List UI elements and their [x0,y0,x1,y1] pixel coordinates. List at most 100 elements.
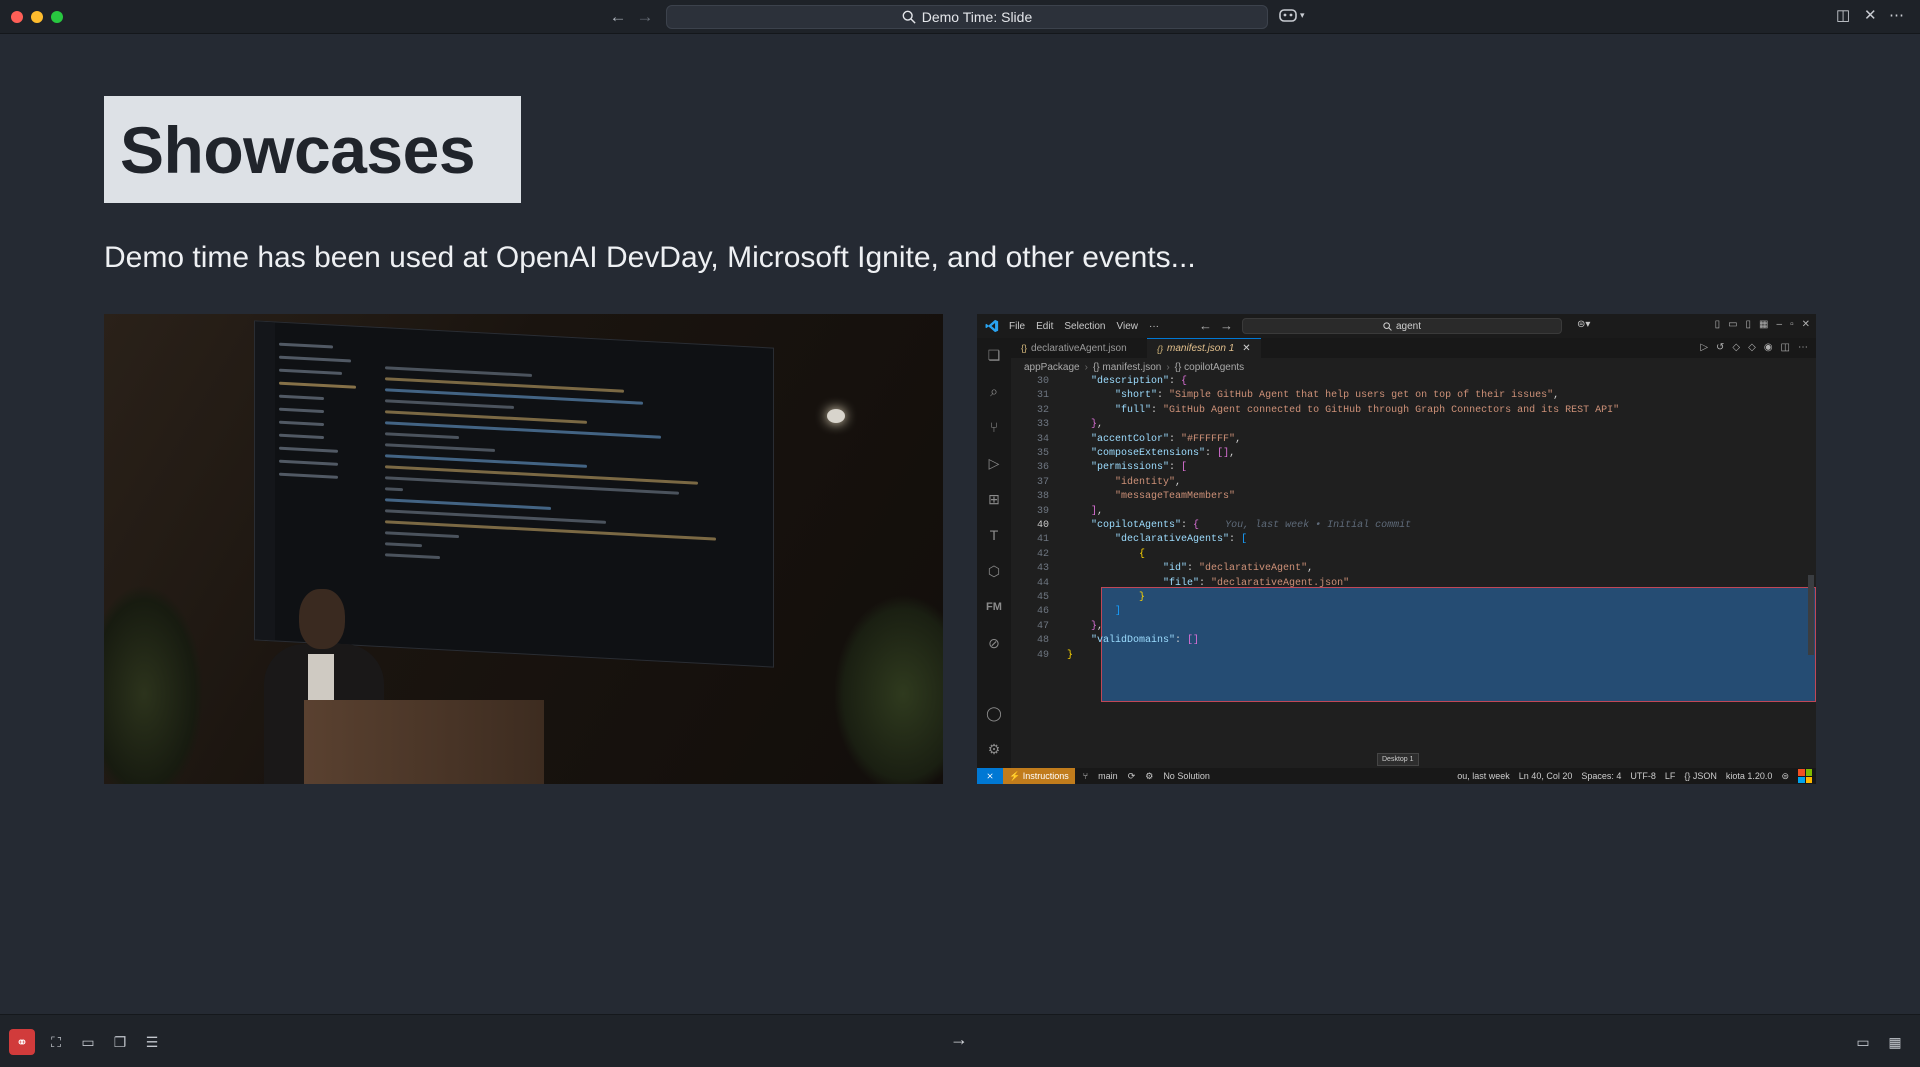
status-instructions[interactable]: ⚡ Instructions [1003,768,1075,784]
vscode-screenshot: File Edit Selection View ··· ← → agent ⊜… [977,314,1816,784]
menu-more[interactable]: ··· [1149,321,1159,332]
breadcrumb-item[interactable]: {} manifest.json [1093,362,1161,373]
back-arrow-icon[interactable]: ← [1199,318,1212,333]
front-matter-icon[interactable]: FM [985,598,1003,616]
restore-icon[interactable]: ▫ [1790,319,1794,330]
menu-view[interactable]: View [1117,321,1139,332]
json-file-icon: {} [1157,343,1164,354]
chevron-down-icon: ▾ [1300,9,1305,20]
bolt-icon: ⚡ [1009,771,1021,781]
copilot-icon [1279,9,1297,22]
stage-light [827,409,845,423]
slide-subtitle: Demo time has been used at OpenAI DevDay… [104,241,1196,274]
split-editor-icon[interactable]: ◫ [1781,342,1790,353]
git-branch-icon: ⑂ [1082,771,1089,781]
gear-icon[interactable]: ⚙ [985,740,1003,758]
layout-icon[interactable]: ▦ [1759,319,1768,330]
toggle-panel-icon[interactable]: ▭ [1728,319,1737,330]
status-eol[interactable]: LF [1665,771,1676,781]
list-icon[interactable]: ☰ [139,1029,165,1055]
status-position[interactable]: Ln 40, Col 20 [1519,771,1573,781]
copilot-icon[interactable]: ⊜▾ [1577,319,1590,330]
microsoft-logo-icon [1798,769,1812,783]
presentation-icon[interactable]: ▭ [75,1029,101,1055]
teams-toolkit-icon[interactable]: T [985,526,1003,544]
layout-icon[interactable]: ▦ [1882,1029,1908,1055]
vscode-titlebar: File Edit Selection View ··· ← → agent ⊜… [977,314,1816,338]
close-window-button[interactable] [11,11,23,23]
debug-icon[interactable]: ⚙ [1145,771,1153,782]
search-icon[interactable]: ⌕ [985,382,1003,400]
vscode-search[interactable]: agent [1242,318,1562,334]
tab-declarative-agent[interactable]: {} declarativeAgent.json [1011,338,1137,358]
presenter-toolbar: ⚭ ⛶ ▭ ❐ ☰ → ▭ ▦ [0,1014,1920,1067]
editor-tabs: {} declarativeAgent.json {} manifest.jso… [1011,338,1816,358]
demo-time-icon[interactable]: ⊘ [985,634,1003,652]
breadcrumb: appPackage › {} manifest.json › {} copil… [1024,362,1245,373]
run-debug-icon[interactable]: ▷ [985,454,1003,472]
close-icon[interactable]: ✕ [1802,319,1810,330]
status-spaces[interactable]: Spaces: 4 [1581,771,1621,781]
status-branch[interactable]: main [1098,771,1118,781]
plant-right [833,594,943,784]
vscode-logo-icon [985,319,999,333]
preview-icon[interactable]: ◉ [1764,342,1773,353]
demo-time-icon[interactable]: ⚭ [9,1029,35,1055]
next-slide-button[interactable]: → [950,1029,968,1050]
fullscreen-icon[interactable]: ⛶ [43,1029,69,1055]
copilot-icon[interactable]: ⊜ [1781,771,1789,782]
status-blame[interactable]: ou, last week [1457,771,1510,781]
back-arrow-icon[interactable]: ← [608,7,628,27]
breadcrumb-item[interactable]: {} copilotAgents [1175,362,1245,373]
explorer-icon[interactable]: ❏ [985,346,1003,364]
split-editor-icon[interactable]: ◫ [1836,6,1850,24]
inline-blame: You, last week • Initial commit [1225,520,1412,531]
json-file-icon: {} [1021,343,1028,353]
close-icon[interactable]: ✕ [1864,6,1877,24]
breadcrumb-item[interactable]: appPackage [1024,362,1080,373]
podium [304,700,544,784]
status-language[interactable]: {} JSON [1684,771,1717,781]
activity-bar: ❏ ⌕ ⑂ ▷ ⊞ T ⬡ FM ⊘ ◯ ⚙ [977,338,1011,768]
search-icon [902,10,916,24]
kiota-icon[interactable]: ⬡ [985,562,1003,580]
diff-icon[interactable]: ◇ [1732,342,1740,353]
source-control-icon[interactable]: ⑂ [985,418,1003,436]
toggle-sidebar-icon[interactable]: ▯ [1715,319,1721,330]
command-center-search[interactable]: Demo Time: Slide [666,5,1268,29]
menu-file[interactable]: File [1009,321,1025,332]
minimize-window-button[interactable] [31,11,43,23]
status-solution[interactable]: No Solution [1163,771,1210,781]
run-icon[interactable]: ▷ [1700,342,1708,353]
diff-next-icon[interactable]: ◇ [1748,342,1756,353]
code-editor[interactable]: 30 "description": { 31 "short": "Simple … [1011,375,1816,702]
close-tab-icon[interactable]: ✕ [1242,343,1250,354]
copilot-menu[interactable]: ▾ [1279,8,1305,22]
window-title: Demo Time: Slide [921,9,1033,25]
window-titlebar: ← → Demo Time: Slide ▾ ◫ ✕ ⋯ [0,0,1920,34]
status-encoding[interactable]: UTF-8 [1630,771,1656,781]
remote-icon[interactable]: ⨯ [977,768,1003,784]
revert-icon[interactable]: ↺ [1716,342,1724,353]
slides-icon[interactable]: ❐ [107,1029,133,1055]
toggle-secondary-sidebar-icon[interactable]: ▯ [1746,319,1752,330]
menu-edit[interactable]: Edit [1036,321,1053,332]
forward-arrow-icon[interactable]: → [1220,318,1233,333]
panel-icon[interactable]: ▭ [1850,1029,1876,1055]
tab-manifest[interactable]: {} manifest.json 1 ✕ [1147,338,1261,358]
sync-icon[interactable]: ⟳ [1128,771,1136,782]
status-bar: ⨯ ⚡ Instructions ⑂ main ⟳ ⚙ No Solution … [977,768,1816,784]
status-kiota[interactable]: kiota 1.20.0 [1726,771,1773,781]
menu-selection[interactable]: Selection [1064,321,1105,332]
slide-title-box: Showcases [104,96,521,203]
minimize-icon[interactable]: – [1777,319,1783,330]
more-actions-icon[interactable]: ⋯ [1798,342,1808,353]
more-actions-icon[interactable]: ⋯ [1889,6,1904,24]
account-icon[interactable]: ◯ [985,704,1003,722]
conference-photo [104,314,943,784]
forward-arrow-icon[interactable]: → [635,7,655,27]
zoom-window-button[interactable] [51,11,63,23]
plant-left [104,584,204,784]
search-icon [1383,321,1392,331]
extensions-icon[interactable]: ⊞ [985,490,1003,508]
